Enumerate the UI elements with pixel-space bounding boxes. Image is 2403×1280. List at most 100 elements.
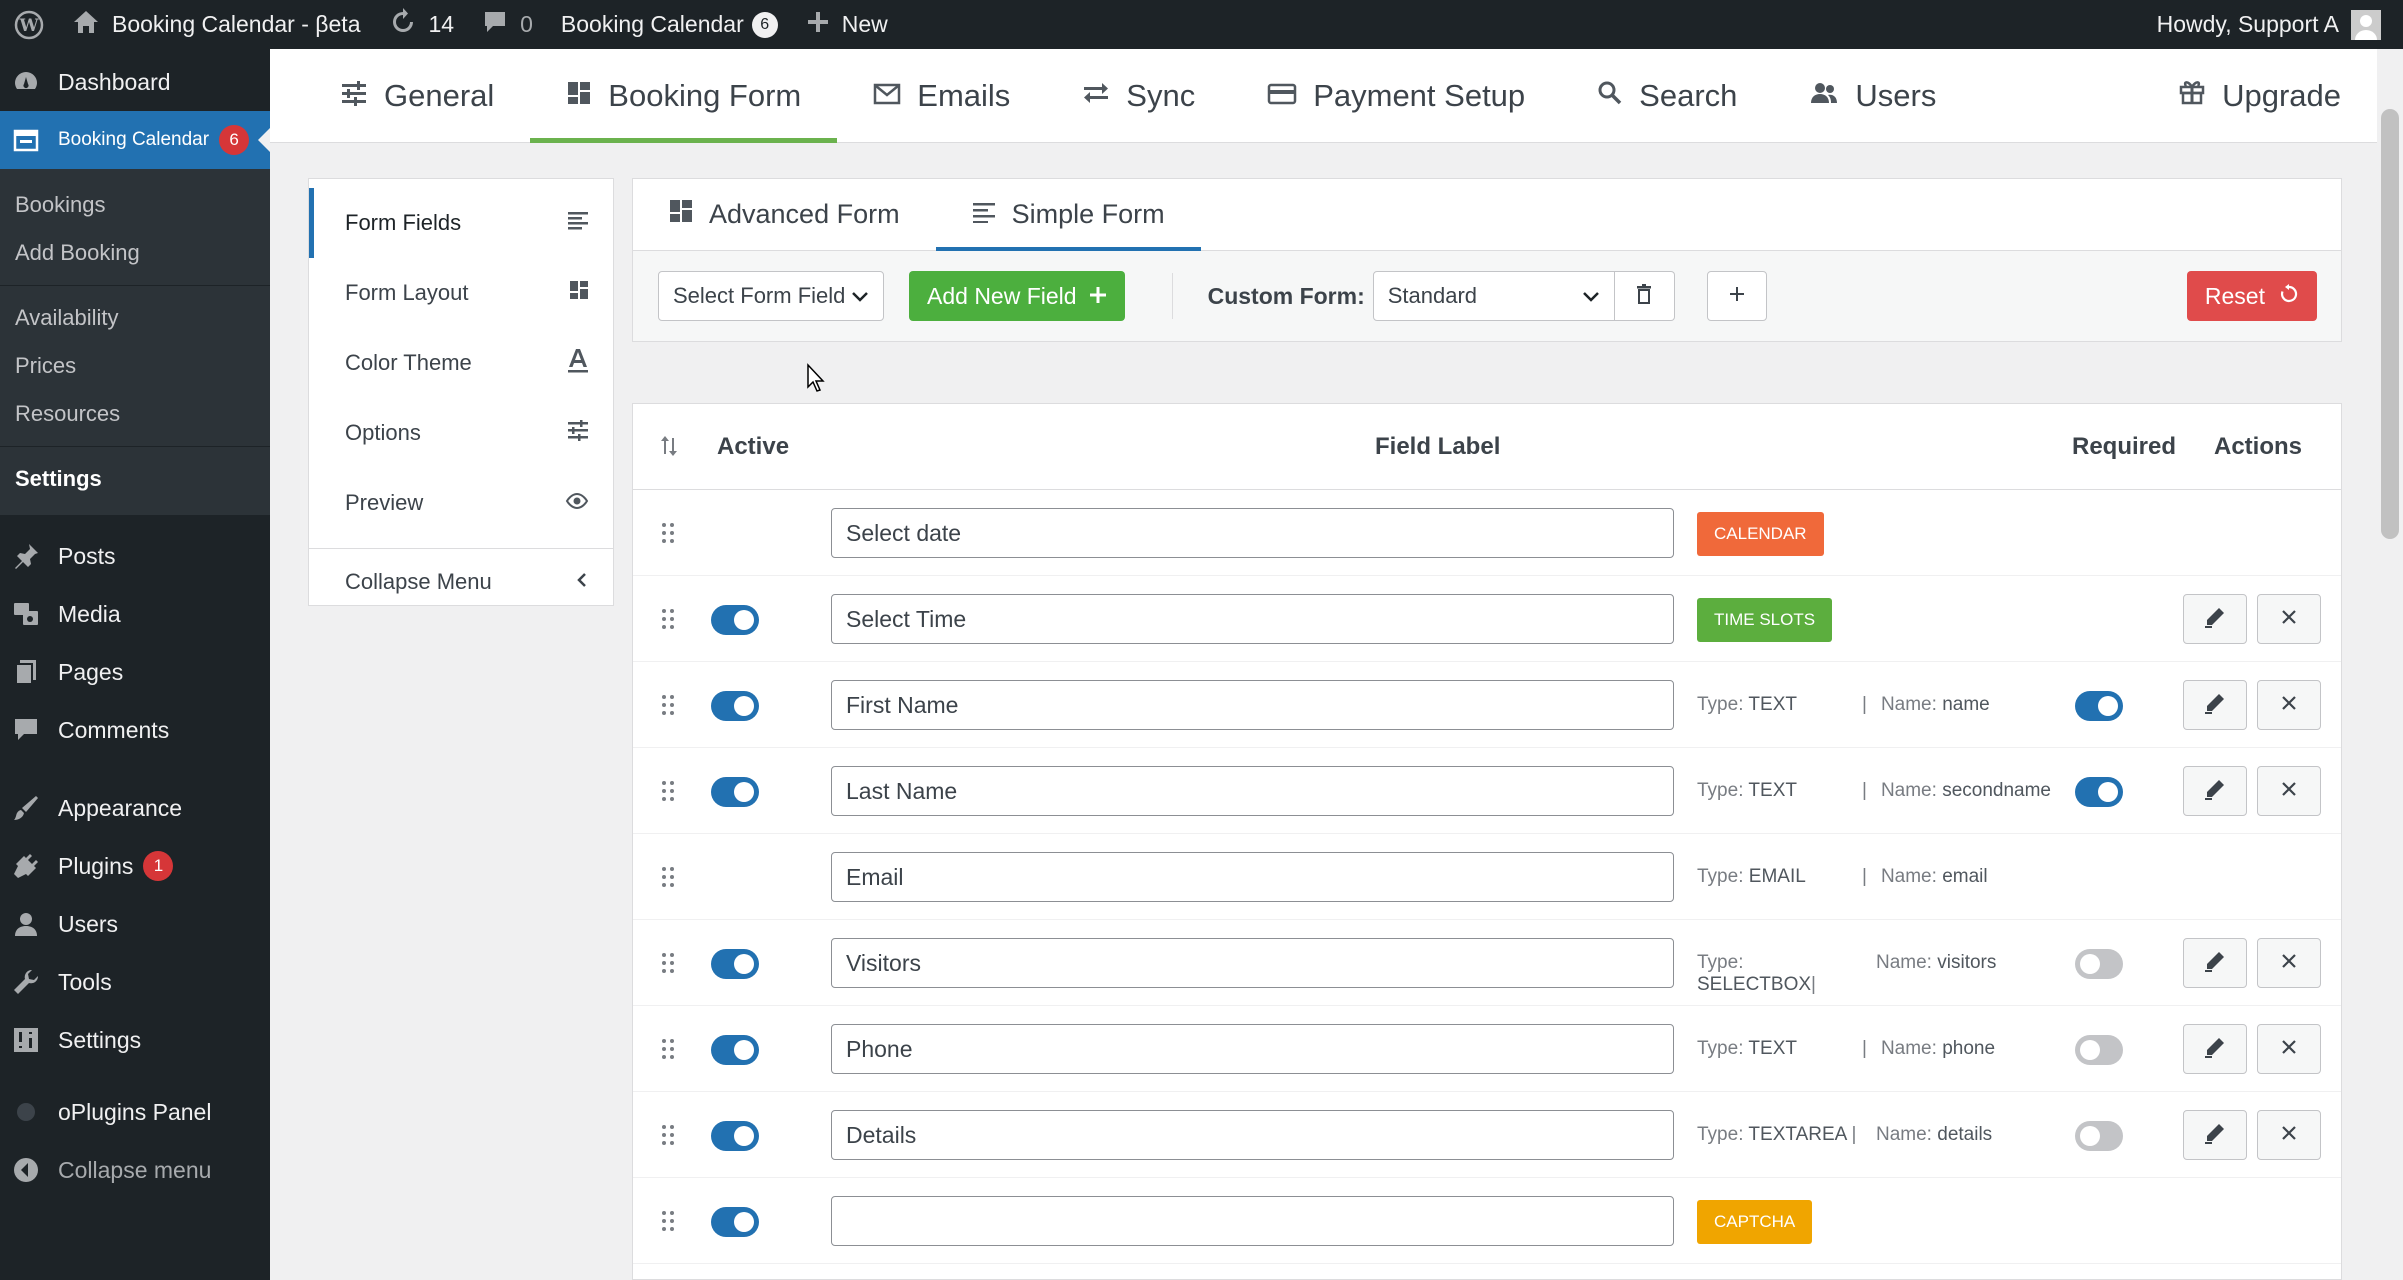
tab-upgrade[interactable]: Upgrade	[2142, 49, 2377, 143]
active-toggle[interactable]	[711, 1121, 759, 1151]
field-label-input[interactable]: Select Time	[831, 594, 1674, 644]
collapse-menu-button[interactable]: Collapse menu	[0, 1141, 270, 1199]
drag-handle-icon[interactable]	[661, 608, 675, 635]
field-meta: Type: TEXT | Name: phone	[1697, 1038, 1996, 1059]
delete-field-button[interactable]	[2257, 938, 2321, 988]
field-label-input[interactable]: First Name	[831, 680, 1674, 730]
booking-calendar-link[interactable]: Booking Calendar 6	[547, 0, 792, 49]
drag-handle-icon[interactable]	[661, 780, 675, 807]
drag-handle-icon[interactable]	[661, 1124, 675, 1151]
submenu-prices[interactable]: Prices	[0, 342, 270, 390]
delete-field-button[interactable]	[2257, 594, 2321, 644]
drag-handle-icon[interactable]	[661, 1210, 675, 1237]
menu-form-fields[interactable]: Form Fields	[309, 188, 613, 258]
required-toggle[interactable]	[2075, 1035, 2123, 1065]
menu-plugins[interactable]: Plugins 1	[0, 837, 270, 895]
field-label-input[interactable]: Details	[831, 1110, 1674, 1160]
edit-field-button[interactable]	[2183, 594, 2247, 644]
menu-oplugins-panel[interactable]: oPlugins Panel	[0, 1083, 270, 1141]
comments-link[interactable]: 0	[468, 0, 547, 49]
tab-search[interactable]: Search	[1561, 49, 1773, 143]
eye-icon	[565, 490, 589, 516]
field-label-input[interactable]: Last Name	[831, 766, 1674, 816]
delete-custom-form-button[interactable]	[1614, 271, 1675, 321]
active-toggle[interactable]	[711, 949, 759, 979]
field-label-input[interactable]: Visitors	[831, 938, 1674, 988]
tab-booking-form[interactable]: Booking Form	[530, 49, 838, 143]
select-form-field-dropdown[interactable]: Select Form Field	[658, 271, 884, 321]
submenu-add-booking[interactable]: Add Booking	[0, 229, 270, 277]
edit-field-button[interactable]	[2183, 1024, 2247, 1074]
delete-field-button[interactable]	[2257, 766, 2321, 816]
edit-field-button[interactable]	[2183, 766, 2247, 816]
active-toggle[interactable]	[711, 1207, 759, 1237]
field-label-input[interactable]	[831, 1196, 1674, 1246]
required-toggle[interactable]	[2075, 777, 2123, 807]
collapse-arrow-icon	[12, 1156, 40, 1184]
menu-posts[interactable]: Posts	[0, 527, 270, 585]
menu-color-theme[interactable]: Color Theme	[309, 328, 613, 398]
active-toggle[interactable]	[711, 777, 759, 807]
menu-users[interactable]: Users	[0, 895, 270, 953]
menu-booking-calendar[interactable]: Booking Calendar 6	[0, 111, 270, 169]
menu-media[interactable]: Media	[0, 585, 270, 643]
account-menu[interactable]: Howdy, Support A	[2157, 9, 2403, 40]
active-toggle[interactable]	[711, 691, 759, 721]
menu-tools[interactable]: Tools	[0, 953, 270, 1011]
drag-handle-icon[interactable]	[661, 866, 675, 893]
sort-icon[interactable]	[659, 434, 679, 465]
submenu-bookings[interactable]: Bookings	[0, 181, 270, 229]
page-scrollbar[interactable]	[2377, 49, 2403, 1280]
edit-field-button[interactable]	[2183, 938, 2247, 988]
active-toggle[interactable]	[711, 1035, 759, 1065]
menu-settings[interactable]: Settings	[0, 1011, 270, 1069]
submenu-resources[interactable]: Resources	[0, 390, 270, 438]
active-toggle[interactable]	[711, 605, 759, 635]
delete-field-button[interactable]	[2257, 680, 2321, 730]
scrollbar-thumb[interactable]	[2381, 109, 2399, 539]
add-custom-form-button[interactable]	[1706, 271, 1767, 321]
field-label-input[interactable]: Phone	[831, 1024, 1674, 1074]
delete-field-button[interactable]	[2257, 1024, 2321, 1074]
tab-payment-setup[interactable]: Payment Setup	[1231, 49, 1561, 143]
add-new-field-button[interactable]: Add New Field	[909, 271, 1125, 321]
form-editor-header: Advanced Form Simple Form Select Form Fi…	[632, 178, 2342, 342]
drag-handle-icon[interactable]	[661, 694, 675, 721]
tab-simple-form[interactable]: Simple Form	[935, 178, 1201, 251]
menu-form-layout[interactable]: Form Layout	[309, 258, 613, 328]
tab-users[interactable]: Users	[1773, 49, 1972, 143]
booking-count-badge: 6	[751, 11, 778, 38]
tab-general[interactable]: General	[270, 49, 530, 143]
field-label-input[interactable]: Select date	[831, 508, 1674, 558]
tab-emails[interactable]: Emails	[837, 49, 1046, 143]
menu-dashboard[interactable]: Dashboard	[0, 53, 270, 111]
required-toggle[interactable]	[2075, 949, 2123, 979]
wordpress-logo-icon[interactable]: W	[0, 0, 58, 49]
edit-field-button[interactable]	[2183, 1110, 2247, 1160]
field-label-input[interactable]: Email	[831, 852, 1674, 902]
delete-field-button[interactable]	[2257, 1110, 2321, 1160]
edit-field-button[interactable]	[2183, 680, 2247, 730]
drag-handle-icon[interactable]	[661, 522, 675, 549]
drag-handle-icon[interactable]	[661, 952, 675, 979]
menu-collapse[interactable]: Collapse Menu	[309, 549, 613, 615]
custom-form-select[interactable]: Standard	[1372, 271, 1615, 321]
site-name-link[interactable]: Booking Calendar - βeta	[58, 0, 375, 49]
required-toggle[interactable]	[2075, 691, 2123, 721]
drag-handle-icon[interactable]	[661, 1038, 675, 1065]
new-content-link[interactable]: New	[792, 0, 902, 49]
menu-options[interactable]: Options	[309, 398, 613, 468]
header-active: Active	[717, 432, 790, 460]
tab-sync[interactable]: Sync	[1046, 49, 1231, 143]
reset-button[interactable]: Reset	[2186, 271, 2317, 321]
menu-appearance[interactable]: Appearance	[0, 779, 270, 837]
menu-preview[interactable]: Preview	[309, 468, 613, 538]
required-toggle[interactable]	[2075, 1121, 2123, 1151]
menu-pages[interactable]: Pages	[0, 643, 270, 701]
updates-link[interactable]: 14	[375, 0, 469, 49]
table-row: Phone Type: TEXT | Name: phone	[633, 1006, 2341, 1092]
submenu-availability[interactable]: Availability	[0, 294, 270, 342]
tab-advanced-form[interactable]: Advanced Form	[669, 178, 936, 250]
submenu-settings[interactable]: Settings	[0, 455, 270, 503]
menu-comments[interactable]: Comments	[0, 701, 270, 759]
